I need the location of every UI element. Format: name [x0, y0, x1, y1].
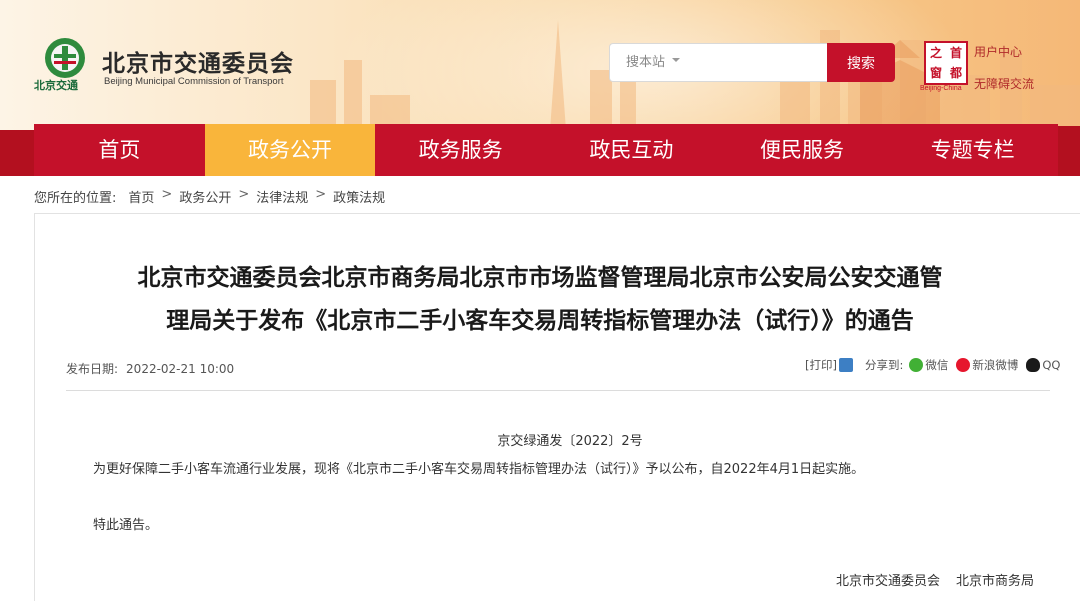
user-center-link[interactable]: 用户中心 [974, 43, 1022, 60]
site-name[interactable]: 北京市交通委员会 [102, 44, 294, 78]
search-input[interactable] [610, 44, 827, 81]
search-scope-caret-icon[interactable] [672, 58, 680, 62]
logo-sub-label: 北京交通 [34, 79, 78, 92]
wechat-icon [909, 358, 924, 372]
main-nav: 首页 政务公开 政务服务 政民互动 便民服务 专题专栏 [34, 124, 1058, 176]
signatory: 北京市交通委员会 [836, 574, 941, 589]
article-title-line-1: 北京市交通委员会北京市商务局北京市市场监督管理局北京市公安局公安交通管 [137, 265, 943, 291]
breadcrumb-item-policies[interactable]: 政策法规 [333, 187, 385, 206]
search-box [609, 43, 827, 82]
seal-char: 都 [949, 66, 962, 80]
print-button[interactable]: [打印] [805, 357, 855, 373]
print-label: [打印] [805, 358, 837, 372]
signatories: 北京市交通委员会 北京市商务局 [836, 570, 1034, 589]
publish-date-value: 2022-02-21 10:00 [126, 362, 235, 376]
publish-date: 发布日期: 2022-02-21 10:00 [66, 360, 234, 377]
search-button[interactable]: 搜索 [827, 43, 895, 82]
nav-item-convenience-services[interactable]: 便民服务 [717, 124, 888, 176]
nav-item-government-affairs-disclosure[interactable]: 政务公开 [204, 124, 376, 176]
breadcrumb-item-laws[interactable]: 法律法规 [256, 187, 308, 206]
breadcrumb: 您所在的位置: 首页 > 政务公开 > 法律法规 > 政策法规 [34, 187, 385, 206]
meta-divider [66, 390, 1050, 391]
qq-icon [1026, 358, 1041, 372]
printer-icon [838, 358, 853, 372]
breadcrumb-separator: > [161, 187, 173, 202]
breadcrumb-prefix: 您所在的位置: [34, 191, 117, 206]
site-name-english: Beijing Municipal Commission of Transpor… [104, 76, 284, 87]
article-body-paragraph: 为更好保障二手小客车流通行业发展，现将《北京市二手小客车交易周转指标管理办法（试… [93, 462, 865, 477]
nav-item-special-topics[interactable]: 专题专栏 [887, 124, 1058, 176]
seal-char: 首 [949, 46, 962, 60]
document-number: 京交绿通发〔2022〕2号 [497, 434, 643, 449]
share-label: 分享到: [864, 358, 904, 372]
share-wechat-button[interactable]: 微信 [907, 357, 948, 373]
seal-char: 窗 [929, 66, 942, 80]
signatory: 北京市商务局 [956, 574, 1035, 589]
breadcrumb-item-disclosure[interactable]: 政务公开 [179, 187, 231, 206]
share-wechat-label: 微信 [925, 358, 949, 372]
article-tools: [打印] 分享到: 微信 新浪微博 QQ [805, 357, 1060, 373]
header-banner: 北京交通 北京市交通委员会 Beijing Municipal Commissi… [0, 0, 1080, 130]
barrier-free-link[interactable]: 无障碍交流 [974, 75, 1034, 92]
nav-item-government-services[interactable]: 政务服务 [375, 124, 546, 176]
nav-item-public-interaction[interactable]: 政民互动 [546, 124, 717, 176]
share-weibo-label: 新浪微博 [972, 358, 1019, 372]
seal-caption: Beijing-China [920, 85, 962, 92]
seal-char: 之 [929, 46, 942, 60]
nav-bar-extension [1058, 126, 1080, 176]
nav-item-home[interactable]: 首页 [34, 124, 205, 176]
share-qq-label: QQ [1042, 358, 1061, 372]
publish-date-label: 发布日期: [66, 362, 119, 376]
article-title-line-2: 理局关于发布《北京市二手小客车交易周转指标管理办法（试行）》的通告 [166, 308, 914, 334]
breadcrumb-separator: > [315, 187, 327, 202]
weibo-icon [956, 358, 971, 372]
breadcrumb-separator: > [238, 187, 250, 202]
share-qq-button[interactable]: QQ [1024, 358, 1060, 372]
article-closing: 特此通告。 [93, 518, 159, 533]
nav-bar-extension [0, 130, 34, 176]
breadcrumb-item-home[interactable]: 首页 [128, 187, 154, 206]
share-weibo-button[interactable]: 新浪微博 [954, 357, 1018, 373]
capital-window-seal-logo[interactable]: 之 首 窗 都 [924, 41, 968, 85]
